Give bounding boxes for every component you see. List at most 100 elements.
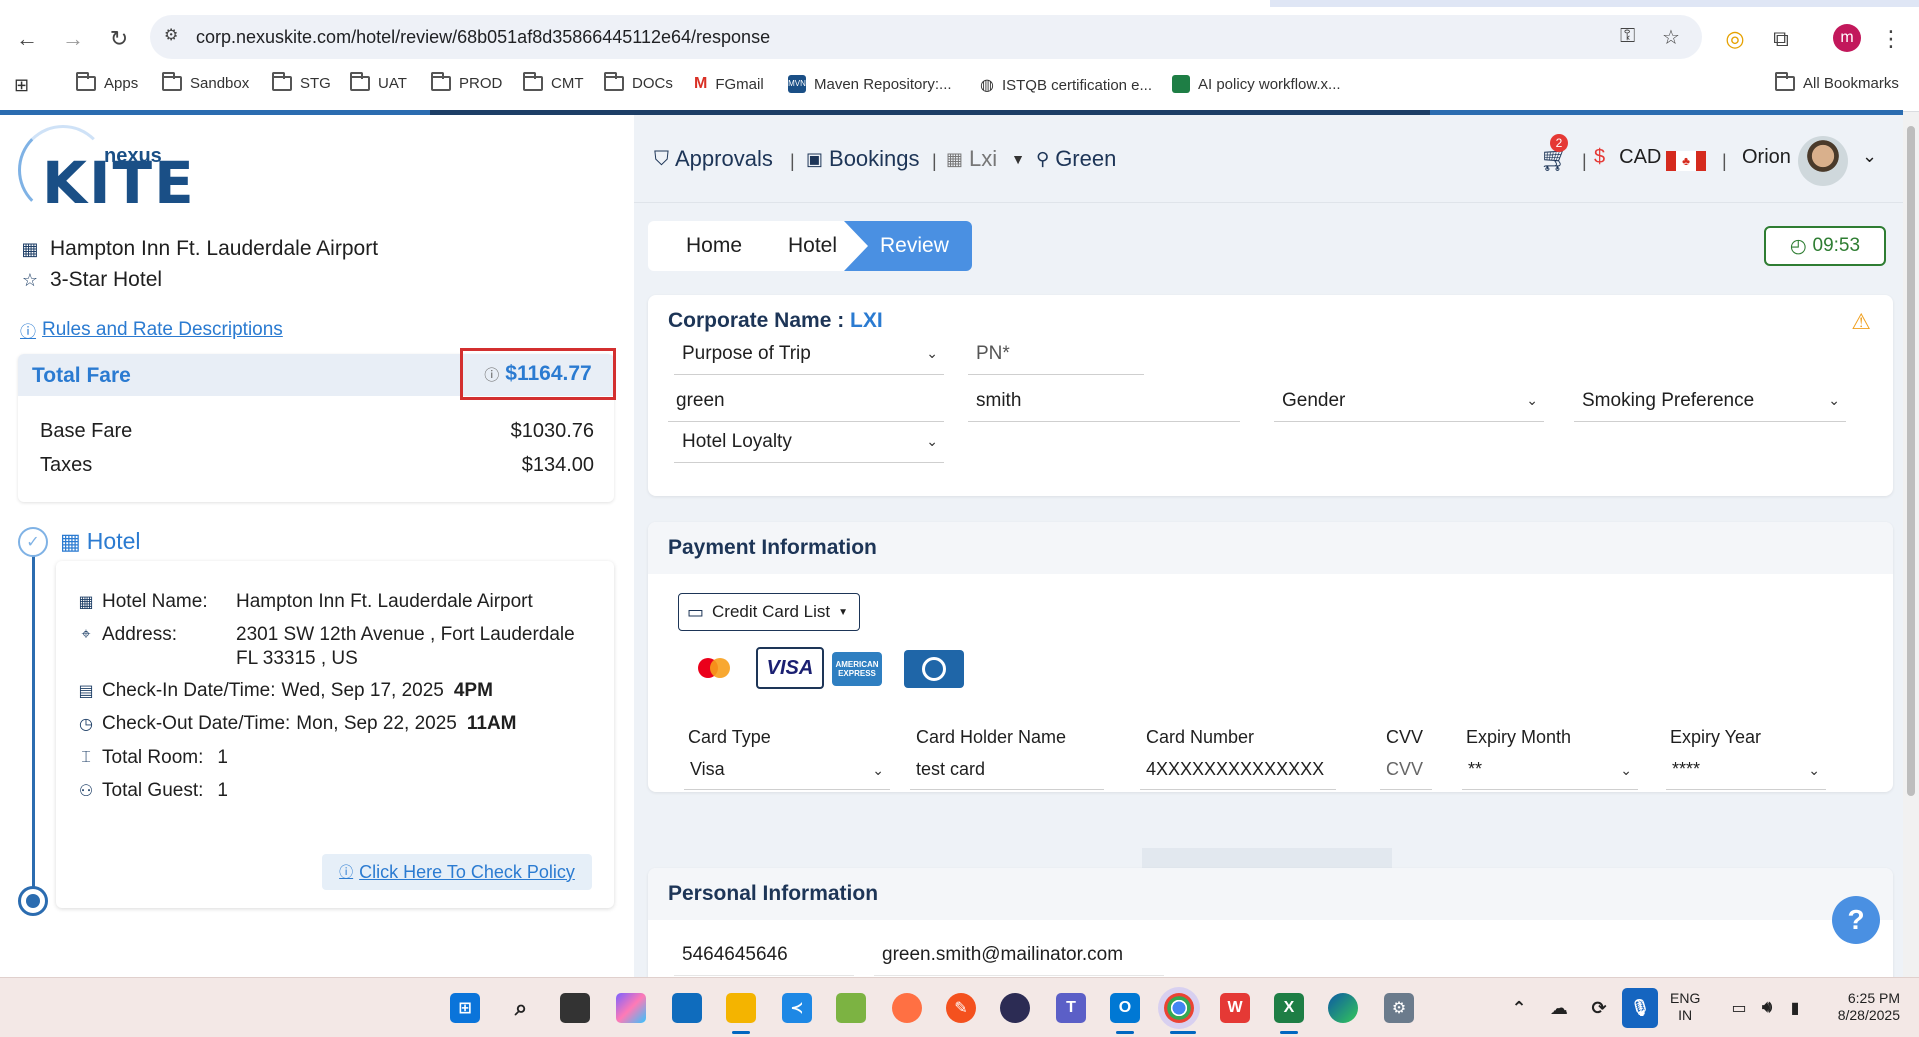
breadcrumb-home-label: Home <box>686 234 743 257</box>
chrome-menu-icon[interactable]: ⋮ <box>1876 24 1906 54</box>
copilot-icon[interactable] <box>616 993 646 1023</box>
volume-icon[interactable]: 🔊︎ <box>1752 993 1782 1023</box>
bookmark-apps[interactable]: Apps <box>76 72 138 92</box>
card-type-select[interactable]: Visa ⌄ <box>684 750 890 790</box>
bookmark-istqb[interactable]: ◍ ISTQB certification e... <box>980 75 1152 95</box>
chrome-icon[interactable] <box>1164 993 1194 1023</box>
scrollbar-thumb[interactable] <box>1907 126 1915 796</box>
battery-icon[interactable]: ▮ <box>1780 993 1810 1023</box>
breadcrumb-arrow <box>844 221 868 271</box>
search-icon[interactable]: ⌕ <box>506 993 536 1023</box>
reload-icon[interactable]: ↻ <box>104 24 134 54</box>
check-policy-link[interactable]: ⓘ Click Here To Check Policy <box>322 854 592 890</box>
hotel-name-label: Hotel Name: <box>102 591 208 612</box>
user-short-nav[interactable]: ⚲ Green <box>1036 146 1116 172</box>
firefox-icon[interactable] <box>892 993 922 1023</box>
bookmark-ai-policy[interactable]: AI policy workflow.x... <box>1172 75 1341 93</box>
info-icon[interactable]: ⓘ <box>484 364 499 385</box>
bookmark-docs[interactable]: DOCs <box>604 72 673 92</box>
forward-icon[interactable]: → <box>58 24 88 54</box>
credit-card-list-dropdown[interactable]: ▭ Credit Card List ▼ <box>678 593 860 631</box>
cloud-icon[interactable]: ☁ <box>1544 993 1574 1023</box>
nexuskite-logo[interactable]: nexus KITE <box>18 125 194 217</box>
mastercard-icon[interactable] <box>680 647 748 689</box>
bookmark-star-icon[interactable]: ☆ <box>1662 25 1680 50</box>
diners-club-icon[interactable] <box>904 650 964 688</box>
pencil-app-icon[interactable]: ✎ <box>946 993 976 1023</box>
approvals-nav[interactable]: ⛉ Approvals <box>654 146 773 172</box>
back-icon[interactable]: ← <box>12 24 42 54</box>
breadcrumb-home[interactable]: Home <box>648 221 772 271</box>
expiry-year-select[interactable]: **** ⌄ <box>1666 750 1826 790</box>
expiry-month-select[interactable]: ** ⌄ <box>1462 750 1638 790</box>
bookmark-stg[interactable]: STG <box>272 72 331 92</box>
language-indicator[interactable]: ENG IN <box>1670 990 1700 1024</box>
edge-icon[interactable] <box>1328 993 1358 1023</box>
settings-icon[interactable]: ⚙ <box>1384 993 1414 1023</box>
teams-icon[interactable]: T <box>1056 993 1086 1023</box>
bookmark-prod[interactable]: PROD <box>431 72 502 92</box>
wps-icon[interactable]: W <box>1220 993 1250 1023</box>
address-bar[interactable]: ⚙ corp.nexuskite.com/hotel/review/68b051… <box>150 15 1702 59</box>
user-name[interactable]: Orion <box>1742 146 1791 169</box>
vscode-icon[interactable]: ≺ <box>782 993 812 1023</box>
bookmark-uat[interactable]: UAT <box>350 72 407 92</box>
bookmark-maven[interactable]: MVN Maven Repository:... <box>788 75 952 93</box>
user-avatar[interactable] <box>1798 136 1848 186</box>
clock[interactable]: 6:25 PM 8/28/2025 <box>1820 990 1900 1024</box>
visa-icon[interactable]: VISA <box>756 647 824 689</box>
rules-and-rate-link[interactable]: ⓘ Rules and Rate Descriptions <box>20 318 283 342</box>
rules-link-text[interactable]: Rules and Rate Descriptions <box>42 319 283 341</box>
warning-icon[interactable]: ⚠ <box>1851 309 1871 335</box>
company-dropdown[interactable]: ▦ Lxi ▼ <box>946 146 1025 172</box>
hotel-loyalty-select[interactable]: Hotel Loyalty ⌄ <box>674 421 944 463</box>
photos-icon[interactable] <box>836 993 866 1023</box>
phone-input[interactable]: 5464645646 <box>674 934 854 976</box>
bookings-nav[interactable]: ▣ Bookings <box>806 146 920 172</box>
all-bookmarks[interactable]: All Bookmarks <box>1775 72 1899 92</box>
total-fare-value[interactable]: ⓘ $1164.77 <box>460 348 616 400</box>
network-icon[interactable]: ▭ <box>1724 993 1754 1023</box>
amex-icon[interactable]: AMERICAN EXPRESS <box>832 652 882 686</box>
expiry-month-value: ** <box>1468 759 1483 779</box>
windows-start-icon[interactable]: ⊞ <box>450 993 480 1023</box>
bookmark-sandbox[interactable]: Sandbox <box>162 72 249 92</box>
excel-icon[interactable]: X <box>1274 993 1304 1023</box>
cvv-input[interactable]: CVV <box>1380 750 1432 790</box>
bookmark-label: All Bookmarks <box>1803 75 1899 92</box>
apps-grid-icon[interactable]: ⊞ <box>14 75 29 96</box>
bookmark-cmt[interactable]: CMT <box>523 72 584 92</box>
help-button[interactable]: ? <box>1832 896 1880 944</box>
email-input[interactable]: green.smith@mailinator.com <box>874 934 1164 976</box>
profile-avatar[interactable]: m <box>1833 24 1861 52</box>
active-indicator <box>1170 1031 1196 1034</box>
url-text[interactable]: corp.nexuskite.com/hotel/review/68b051af… <box>196 27 770 48</box>
sync-icon[interactable]: ⟳ <box>1584 993 1614 1023</box>
purpose-of-trip-select[interactable]: Purpose of Trip ⌄ <box>674 333 944 375</box>
file-explorer-icon[interactable] <box>726 993 756 1023</box>
key-icon[interactable]: ⚿ <box>1620 25 1635 48</box>
smoking-preference-select[interactable]: Smoking Preference ⌄ <box>1574 380 1846 422</box>
card-holder-input[interactable]: test card <box>910 750 1104 790</box>
currency-selector[interactable]: $ CAD <box>1594 146 1661 169</box>
page-scrollbar[interactable] <box>1903 112 1919 977</box>
check-policy-text[interactable]: Click Here To Check Policy <box>359 862 575 883</box>
active-tab[interactable] <box>0 0 1270 7</box>
extension-icon[interactable]: ◎ <box>1720 24 1750 54</box>
bookmark-fgmail[interactable]: M FGmail <box>694 75 764 93</box>
chevron-down-icon[interactable]: ⌄ <box>1862 146 1877 167</box>
eclipse-icon[interactable] <box>1000 993 1030 1023</box>
card-number-input[interactable]: 4XXXXXXXXXXXXXX <box>1140 750 1336 790</box>
task-view-icon[interactable] <box>560 993 590 1023</box>
last-name-input[interactable]: smith <box>968 380 1240 422</box>
first-name-input[interactable]: green <box>668 380 944 422</box>
gender-select[interactable]: Gender ⌄ <box>1274 380 1544 422</box>
pn-input[interactable]: PN* <box>968 333 1144 375</box>
checkout-label: Check-Out Date/Time: <box>102 713 291 734</box>
site-info-icon[interactable]: ⚙ <box>164 25 178 45</box>
chevron-up-icon[interactable]: ⌃ <box>1504 993 1534 1023</box>
store-icon[interactable] <box>672 993 702 1023</box>
extensions-puzzle-icon[interactable]: ⧉ <box>1766 24 1796 54</box>
microphone-icon[interactable]: 🎙︎ <box>1622 988 1658 1028</box>
outlook-icon[interactable]: O <box>1110 993 1140 1023</box>
